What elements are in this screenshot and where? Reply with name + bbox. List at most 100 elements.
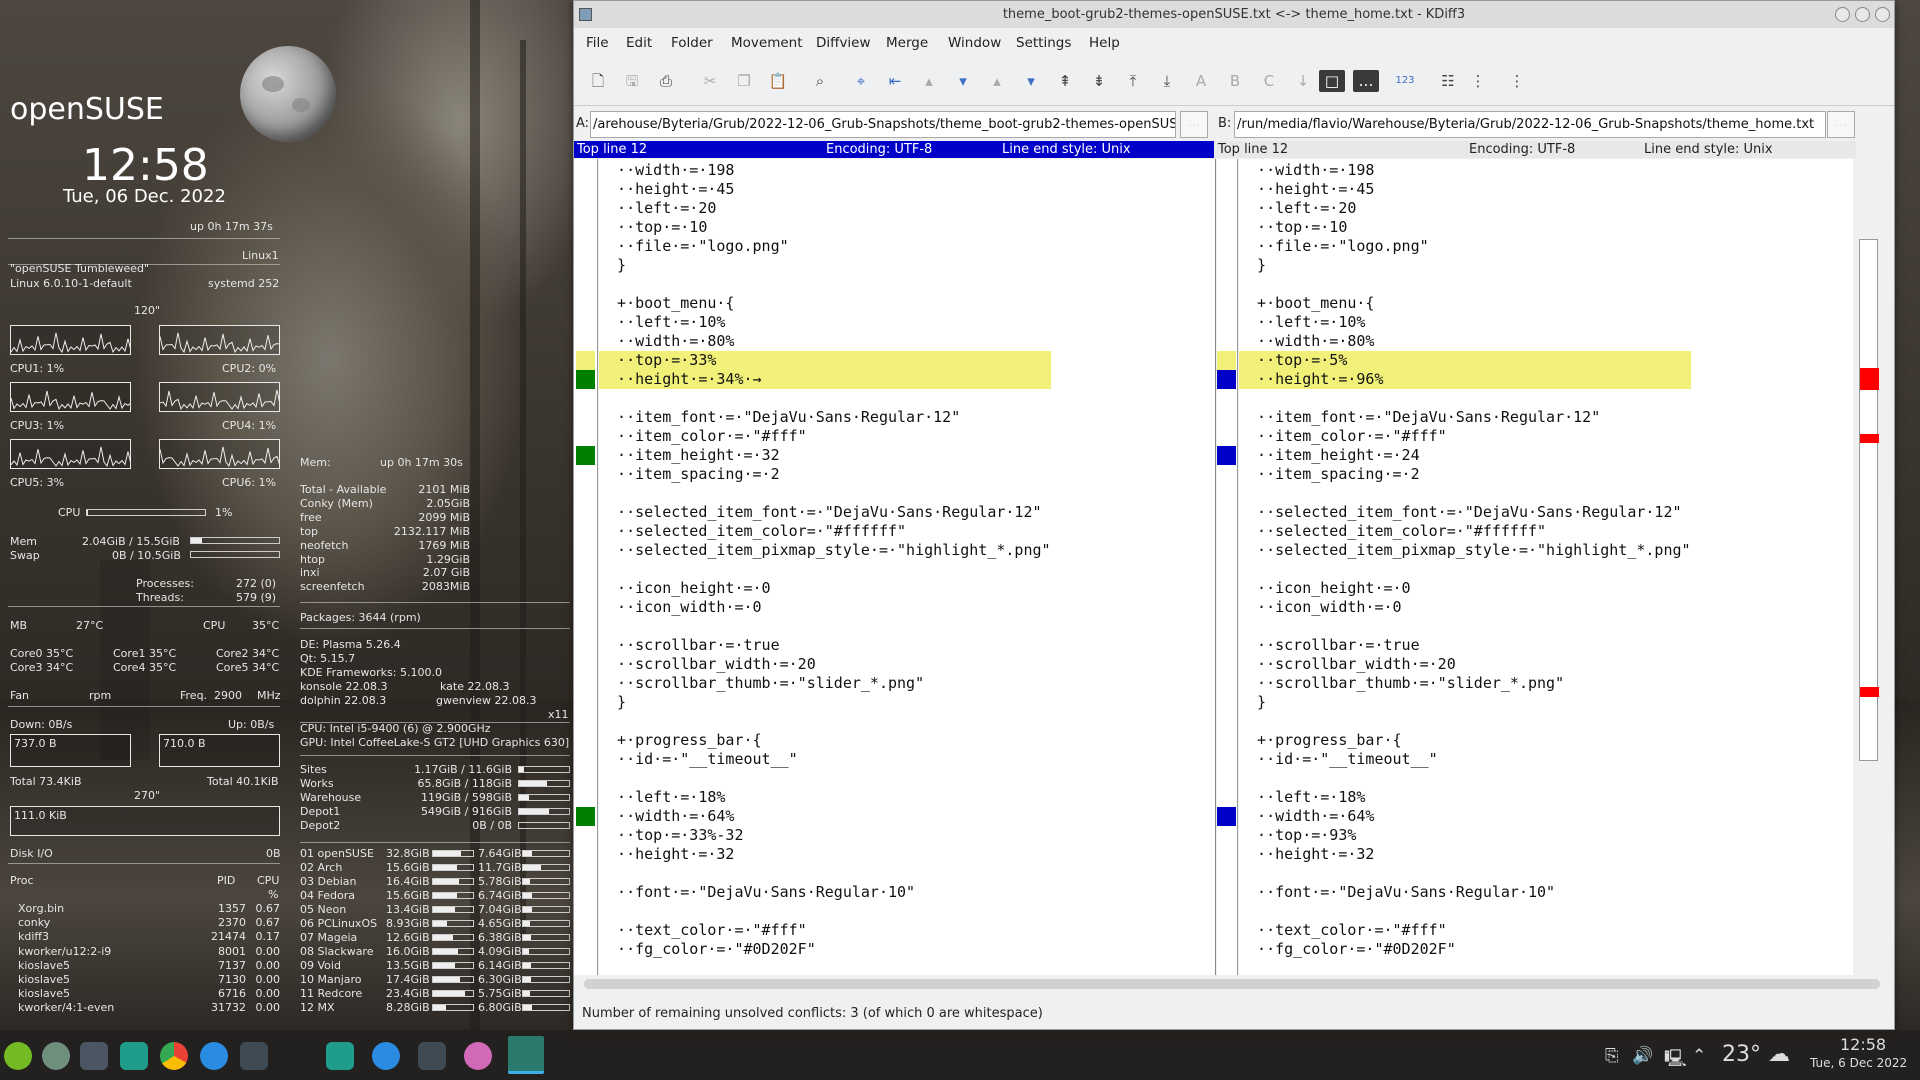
diff-line[interactable]: +·progress_bar·{ bbox=[599, 731, 1051, 750]
menu-movement[interactable]: Movement bbox=[731, 35, 803, 51]
diff-line[interactable]: ··file·=·"logo.png" bbox=[1239, 237, 1691, 256]
goto-prev-conflict-icon[interactable]: ▴ bbox=[986, 70, 1008, 92]
kdiff3-window[interactable]: theme_boot-grub2-themes-openSUSE.txt <->… bbox=[573, 0, 1895, 1030]
diff-line[interactable]: ··left·=·20 bbox=[599, 199, 1051, 218]
copy-icon[interactable]: ❐ bbox=[733, 70, 755, 92]
diff-line[interactable]: ··width·=·198 bbox=[1239, 161, 1691, 180]
show-whitespace-chars-icon[interactable]: □ bbox=[1319, 70, 1345, 92]
diff-line[interactable]: ··scrollbar_width·=·20 bbox=[599, 655, 1051, 674]
diff-line[interactable] bbox=[1239, 769, 1691, 788]
diff-line[interactable] bbox=[1239, 389, 1691, 408]
diff-text-a[interactable]: ··width·=·198 ··height·=·45 ··left·=·20 … bbox=[599, 161, 1051, 959]
diff-line[interactable]: ··item_height·=·32 bbox=[599, 446, 1051, 465]
diff-line[interactable]: ··scrollbar_thumb·=·"slider_*.png" bbox=[1239, 674, 1691, 693]
diff-line[interactable]: ··left·=·18% bbox=[599, 788, 1051, 807]
diff-line[interactable]: ··height·=·32 bbox=[599, 845, 1051, 864]
select-a-icon[interactable]: A bbox=[1190, 70, 1212, 92]
diff-line[interactable] bbox=[1239, 712, 1691, 731]
diff-line[interactable]: ··top·=·10 bbox=[1239, 218, 1691, 237]
close-button[interactable] bbox=[1875, 7, 1890, 22]
menu-folder[interactable]: Folder bbox=[671, 35, 713, 51]
horizontal-scrollbar[interactable] bbox=[584, 979, 1880, 989]
diff-line[interactable]: ··item_font·=·"DejaVu·Sans·Regular·12" bbox=[1239, 408, 1691, 427]
diff-line[interactable]: ··text_color·=·"#fff" bbox=[599, 921, 1051, 940]
show-line-numbers-icon[interactable]: 123 bbox=[1394, 70, 1416, 92]
diff-line[interactable]: ··top·=·33%-32 bbox=[599, 826, 1051, 845]
diff-line[interactable]: ··icon_width·=·0 bbox=[599, 598, 1051, 617]
diff-line[interactable]: ··left·=·18% bbox=[1239, 788, 1691, 807]
file-manager-task-icon[interactable] bbox=[326, 1042, 354, 1070]
browse-b-button[interactable]: ... bbox=[1827, 111, 1855, 138]
browse-a-button[interactable]: ... bbox=[1180, 111, 1208, 138]
diff-line[interactable] bbox=[599, 769, 1051, 788]
diff-line[interactable] bbox=[1239, 560, 1691, 579]
diff-line[interactable] bbox=[1239, 864, 1691, 883]
goto-next-delta-icon[interactable]: ▾ bbox=[952, 70, 974, 92]
goto-current-delta-icon[interactable]: ⌖ bbox=[850, 70, 872, 92]
maximize-button[interactable] bbox=[1855, 7, 1870, 22]
goto-prev-unsolved-icon[interactable]: ⇞ bbox=[1054, 70, 1076, 92]
network-icon[interactable]: 🖳 bbox=[1664, 1046, 1687, 1075]
goto-top-icon[interactable]: ⤒ bbox=[1122, 70, 1144, 92]
clipboard-icon[interactable]: ⎘ bbox=[1605, 1046, 1619, 1066]
split-view-icon[interactable]: ☷ bbox=[1437, 70, 1459, 92]
diff-line[interactable]: ··icon_height·=·0 bbox=[599, 579, 1051, 598]
diff-line[interactable]: ··height·=·34%·→ bbox=[599, 370, 1051, 389]
kdiff3-task-icon[interactable] bbox=[508, 1036, 544, 1074]
diff-line[interactable] bbox=[599, 712, 1051, 731]
menu-help[interactable]: Help bbox=[1089, 35, 1120, 51]
diff-pane-a[interactable]: ··width·=·198 ··height·=·45 ··left·=·20 … bbox=[599, 159, 1216, 975]
goto-next-conflict-icon[interactable]: ▾ bbox=[1020, 70, 1042, 92]
diff-line[interactable]: ··item_spacing·=·2 bbox=[599, 465, 1051, 484]
diff-line[interactable]: ··width·=·64% bbox=[599, 807, 1051, 826]
diff-overview-bar[interactable] bbox=[1859, 239, 1879, 761]
diff-line[interactable]: ··top·=·33% bbox=[599, 351, 1051, 370]
home-icon[interactable] bbox=[42, 1042, 70, 1070]
diff-line[interactable]: ··height·=·45 bbox=[599, 180, 1051, 199]
diff-line[interactable] bbox=[1239, 275, 1691, 294]
diff-line[interactable]: ··fg_color·=·"#0D202F" bbox=[599, 940, 1051, 959]
path-b-field[interactable]: /run/media/flavio/Warehouse/Byteria/Grub… bbox=[1234, 111, 1826, 138]
opensuse-launcher-icon[interactable] bbox=[4, 1042, 32, 1070]
title-bar[interactable]: theme_boot-grub2-themes-openSUSE.txt <->… bbox=[574, 1, 1894, 28]
menu-diffview[interactable]: Diffview bbox=[816, 35, 871, 51]
diff-line[interactable] bbox=[599, 617, 1051, 636]
diff-pane-b[interactable]: ··width·=·198 ··height·=·45 ··left·=·20 … bbox=[1239, 159, 1853, 975]
diff-line[interactable]: ··left·=·10% bbox=[1239, 313, 1691, 332]
menu-edit[interactable]: Edit bbox=[626, 35, 652, 51]
diff-line[interactable] bbox=[599, 902, 1051, 921]
diff-line[interactable]: +·boot_menu·{ bbox=[599, 294, 1051, 313]
goto-prev-delta-icon[interactable]: ▴ bbox=[918, 70, 940, 92]
save-icon[interactable]: 🖫 bbox=[621, 70, 643, 92]
print-icon[interactable]: ⎙ bbox=[655, 70, 677, 92]
taskbar-clock[interactable]: 12:58 bbox=[1840, 1035, 1886, 1054]
diff-line[interactable]: ··selected_item_pixmap_style·=·"highligh… bbox=[1239, 541, 1691, 560]
diff-line[interactable]: ··scrollbar_thumb·=·"slider_*.png" bbox=[599, 674, 1051, 693]
screenshot-task-icon[interactable] bbox=[464, 1042, 492, 1070]
diff-line[interactable]: ··fg_color·=·"#0D202F" bbox=[1239, 940, 1691, 959]
diff-line[interactable]: ··item_color·=·"#fff" bbox=[1239, 427, 1691, 446]
diff-line[interactable]: ··file·=·"logo.png" bbox=[599, 237, 1051, 256]
more-options-icon[interactable]: ⋮ bbox=[1506, 70, 1528, 92]
diff-line[interactable]: ··width·=·198 bbox=[599, 161, 1051, 180]
diff-line[interactable]: ··id·=·"__timeout__" bbox=[599, 750, 1051, 769]
diff-line[interactable]: ··id·=·"__timeout__" bbox=[1239, 750, 1691, 769]
select-c-icon[interactable]: C bbox=[1258, 70, 1280, 92]
diff-line[interactable]: ··selected_item_font·=·"DejaVu·Sans·Regu… bbox=[599, 503, 1051, 522]
diff-line[interactable]: ··left·=·20 bbox=[1239, 199, 1691, 218]
select-b-icon[interactable]: B bbox=[1224, 70, 1246, 92]
menu-file[interactable]: File bbox=[586, 35, 609, 51]
new-icon[interactable]: 🗋 bbox=[587, 70, 609, 92]
diff-line[interactable]: ··height·=·45 bbox=[1239, 180, 1691, 199]
diff-line[interactable]: } bbox=[1239, 693, 1691, 712]
diff-line[interactable]: ··scrollbar·=·true bbox=[599, 636, 1051, 655]
diff-line[interactable]: ··height·=·32 bbox=[1239, 845, 1691, 864]
diff-line[interactable] bbox=[1239, 484, 1691, 503]
diff-line[interactable]: ··scrollbar·=·true bbox=[1239, 636, 1691, 655]
diff-line[interactable] bbox=[599, 389, 1051, 408]
goto-bottom-icon[interactable]: ⤓ bbox=[1156, 70, 1178, 92]
diff-line[interactable]: ··height·=·96% bbox=[1239, 370, 1691, 389]
diff-line[interactable] bbox=[599, 864, 1051, 883]
diff-line[interactable]: ··icon_height·=·0 bbox=[1239, 579, 1691, 598]
menu-window[interactable]: Window bbox=[948, 35, 1001, 51]
